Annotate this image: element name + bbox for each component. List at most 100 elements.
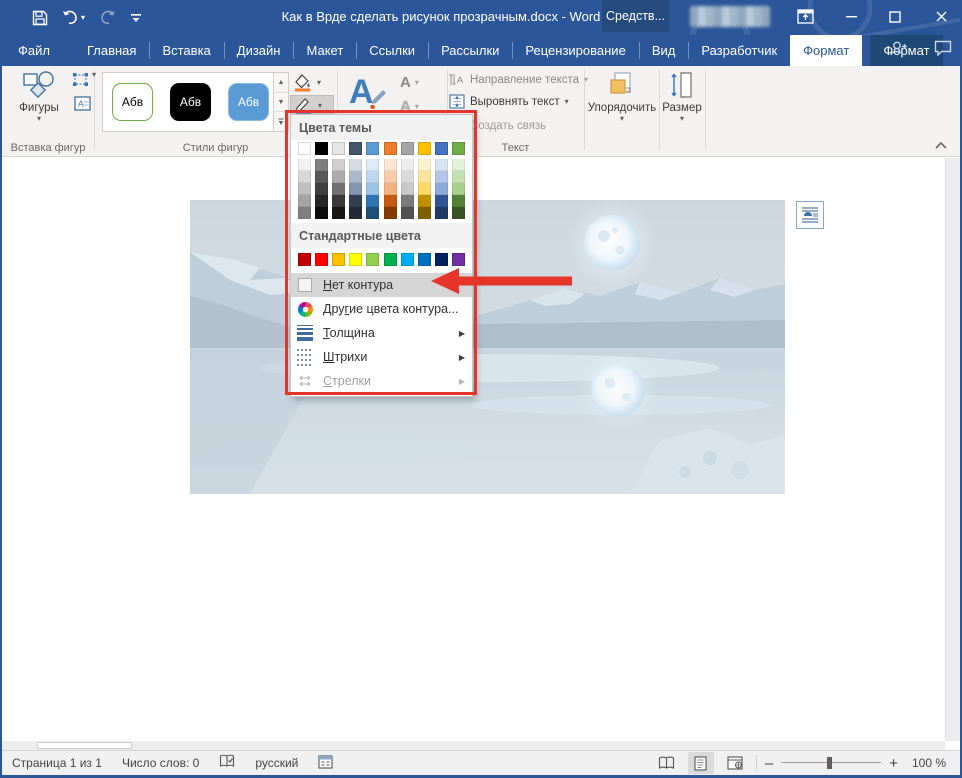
collapse-ribbon-button[interactable] — [932, 138, 950, 153]
tab-формат[interactable]: Формат — [790, 35, 862, 66]
theme-color-swatch[interactable] — [349, 142, 362, 155]
shape-style-option[interactable]: Абв — [228, 83, 269, 121]
document-picture[interactable] — [190, 200, 785, 494]
menu-item-dashes[interactable]: Штрихи ▶ — [291, 345, 472, 369]
shapes-button[interactable]: Фигуры ▾ — [12, 70, 66, 122]
proofing-status-icon[interactable] — [209, 754, 245, 772]
layout-options-button[interactable] — [796, 201, 824, 229]
theme-color-variant-swatch[interactable] — [435, 171, 448, 183]
tab-помощн[interactable]: Помощн — [957, 35, 962, 66]
menu-item-arrows[interactable]: Стрелки ▶ — [291, 369, 472, 393]
page-indicator[interactable]: Страница 1 из 1 — [2, 756, 112, 770]
tab-макет[interactable]: Макет — [293, 35, 356, 66]
tab-разработчик[interactable]: Разработчик — [688, 35, 790, 66]
theme-color-variant-swatch[interactable] — [366, 183, 379, 195]
standard-color-swatch[interactable] — [452, 253, 465, 266]
theme-color-variant-swatch[interactable] — [298, 171, 311, 183]
theme-color-variant-swatch[interactable] — [418, 159, 431, 171]
theme-color-variant-swatch[interactable] — [435, 207, 448, 219]
shape-style-option[interactable]: Абв — [170, 83, 211, 121]
standard-color-swatch[interactable] — [315, 253, 328, 266]
gallery-scroll-up-icon[interactable]: ▲ — [274, 73, 288, 93]
theme-color-variant-swatch[interactable] — [332, 207, 345, 219]
align-text-button[interactable]: Выровнять текст ▾ — [449, 94, 569, 109]
text-outline-button[interactable]: A ▾ — [400, 98, 419, 115]
tab-рассылки[interactable]: Рассылки — [428, 35, 512, 66]
arrange-button[interactable]: Упорядочить ▾ — [588, 70, 656, 122]
theme-color-swatch[interactable] — [384, 142, 397, 155]
edit-shape-button[interactable]: ▾ — [72, 72, 96, 88]
theme-color-variant-swatch[interactable] — [349, 171, 362, 183]
horizontal-scrollbar-thumb[interactable] — [37, 742, 132, 749]
print-layout-button[interactable] — [688, 752, 714, 774]
theme-color-variant-swatch[interactable] — [452, 183, 465, 195]
tab-главная[interactable]: Главная — [74, 35, 149, 66]
theme-color-variant-swatch[interactable] — [315, 207, 328, 219]
theme-color-variant-swatch[interactable] — [401, 207, 414, 219]
theme-color-variant-swatch[interactable] — [332, 195, 345, 207]
horizontal-scrollbar[interactable] — [2, 741, 945, 750]
theme-color-variant-swatch[interactable] — [332, 171, 345, 183]
theme-color-variant-swatch[interactable] — [349, 195, 362, 207]
standard-color-swatch[interactable] — [401, 253, 414, 266]
text-fill-button[interactable]: A ▾ — [400, 74, 419, 91]
theme-color-variant-swatch[interactable] — [315, 195, 328, 207]
theme-color-swatch[interactable] — [401, 142, 414, 155]
theme-color-variant-swatch[interactable] — [384, 183, 397, 195]
theme-color-variant-swatch[interactable] — [452, 207, 465, 219]
theme-color-variant-swatch[interactable] — [401, 171, 414, 183]
standard-color-swatch[interactable] — [298, 253, 311, 266]
theme-color-variant-swatch[interactable] — [435, 183, 448, 195]
gallery-more-icon[interactable]: ═▼ — [274, 112, 288, 131]
menu-item-weight[interactable]: Толщина ▶ — [291, 321, 472, 345]
theme-color-variant-swatch[interactable] — [298, 159, 311, 171]
theme-color-swatch[interactable] — [435, 142, 448, 155]
gallery-scroll-down-icon[interactable]: ▼ — [274, 93, 288, 113]
tab-рецензирование[interactable]: Рецензирование — [512, 35, 638, 66]
read-mode-button[interactable] — [654, 752, 680, 774]
language-indicator[interactable]: русский — [245, 756, 308, 770]
theme-color-variant-swatch[interactable] — [315, 159, 328, 171]
standard-color-swatch[interactable] — [332, 253, 345, 266]
theme-color-variant-swatch[interactable] — [418, 171, 431, 183]
standard-color-swatch[interactable] — [435, 253, 448, 266]
share-contact-icon[interactable] — [889, 40, 908, 62]
zoom-in-button[interactable]: + — [889, 755, 898, 772]
text-box-button[interactable]: A — [74, 96, 91, 114]
vertical-scrollbar[interactable] — [945, 158, 960, 741]
maximize-button[interactable] — [878, 0, 912, 33]
theme-color-swatch[interactable] — [452, 142, 465, 155]
standard-color-swatch[interactable] — [384, 253, 397, 266]
tab-вставка[interactable]: Вставка — [149, 35, 223, 66]
theme-color-variant-swatch[interactable] — [349, 207, 362, 219]
theme-color-variant-swatch[interactable] — [366, 171, 379, 183]
theme-color-variant-swatch[interactable] — [315, 171, 328, 183]
theme-color-variant-swatch[interactable] — [384, 207, 397, 219]
theme-color-variant-swatch[interactable] — [384, 195, 397, 207]
theme-color-variant-swatch[interactable] — [384, 159, 397, 171]
theme-color-variant-swatch[interactable] — [452, 195, 465, 207]
theme-color-variant-swatch[interactable] — [418, 195, 431, 207]
theme-color-variant-swatch[interactable] — [366, 159, 379, 171]
standard-color-swatch[interactable] — [349, 253, 362, 266]
close-button[interactable] — [924, 0, 958, 33]
text-effects-button[interactable]: А — [343, 72, 389, 119]
ribbon-display-options-button[interactable] — [788, 0, 822, 33]
word-count[interactable]: Число слов: 0 — [112, 756, 209, 770]
theme-color-swatch[interactable] — [332, 142, 345, 155]
zoom-out-button[interactable]: – — [765, 755, 773, 772]
menu-item-no-outline[interactable]: Нет контура — [291, 273, 472, 297]
theme-color-swatch[interactable] — [298, 142, 311, 155]
tab-дизайн[interactable]: Дизайн — [224, 35, 294, 66]
theme-color-variant-swatch[interactable] — [332, 183, 345, 195]
theme-color-variant-swatch[interactable] — [418, 207, 431, 219]
theme-color-swatch[interactable] — [418, 142, 431, 155]
theme-color-variant-swatch[interactable] — [298, 195, 311, 207]
theme-color-variant-swatch[interactable] — [298, 183, 311, 195]
theme-color-variant-swatch[interactable] — [384, 171, 397, 183]
theme-color-variant-swatch[interactable] — [452, 171, 465, 183]
theme-color-variant-swatch[interactable] — [418, 183, 431, 195]
zoom-slider-thumb[interactable] — [827, 757, 832, 769]
zoom-slider[interactable] — [781, 756, 881, 770]
tab-вид[interactable]: Вид — [639, 35, 689, 66]
